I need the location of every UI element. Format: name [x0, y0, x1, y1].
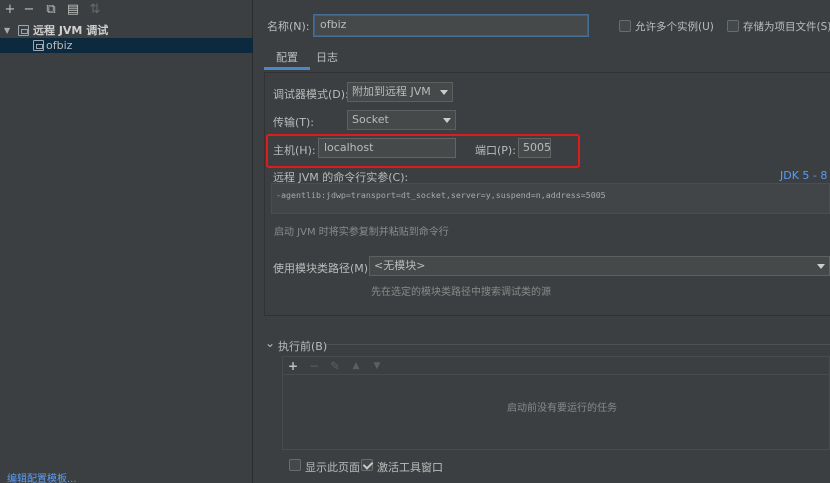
chevron-down-icon	[440, 90, 448, 95]
remote-debug-config-icon	[33, 40, 44, 51]
show-this-page-checkbox[interactable]	[289, 459, 301, 471]
tree-item-label: 远程 JVM 调试	[33, 24, 109, 37]
activate-tool-window-label: 激活工具窗口	[377, 461, 443, 474]
divider	[326, 344, 830, 345]
tab-logs[interactable]: 日志	[312, 50, 342, 70]
allow-multiple-instances-label: 允许多个实例(U)	[635, 21, 714, 33]
store-as-project-file-label: 存储为项目文件(S)	[743, 21, 830, 33]
edit-icon[interactable]: ✎	[328, 358, 342, 374]
move-to-folder-icon[interactable]: ▤	[65, 2, 81, 18]
name-label: 名称(N):	[267, 20, 310, 33]
tree-item-remote-jvm-debug[interactable]: ▼ 远程 JVM 调试	[0, 23, 253, 38]
host-port-highlight	[266, 134, 580, 168]
module-classpath-label: 使用模块类路径(M):	[273, 262, 372, 275]
tree-item-ofbiz[interactable]: ofbiz	[0, 38, 253, 53]
allow-multiple-instances-checkbox[interactable]	[619, 20, 631, 32]
remote-debug-config-icon	[18, 25, 29, 36]
copy-icon[interactable]: ⧉	[43, 2, 59, 18]
tab-configuration[interactable]: 配置	[264, 50, 310, 70]
add-icon[interactable]: +	[2, 2, 18, 18]
chevron-down-icon	[817, 264, 825, 269]
module-classpath-hint: 先在选定的模块类路径中搜索调试类的源	[371, 287, 551, 298]
tree-toolbar: + − ⧉ ▤ ⇅	[0, 0, 253, 20]
chevron-down-icon[interactable]: ▼	[4, 23, 10, 38]
remove-icon[interactable]: −	[307, 358, 321, 374]
transport-value: Socket	[352, 113, 389, 126]
jdk-version-link[interactable]: JDK 5 - 8 ▾	[780, 169, 830, 182]
sort-icon[interactable]: ⇅	[87, 2, 103, 18]
move-down-icon[interactable]: ▼	[370, 358, 384, 374]
activate-tool-window-checkbox[interactable]	[361, 459, 373, 471]
before-launch-toolbar: + − ✎ ▲ ▼	[283, 357, 829, 375]
edit-configuration-templates-link[interactable]: 编辑配置模板...	[7, 470, 77, 483]
module-classpath-select[interactable]: <无模块>	[369, 256, 830, 276]
remove-icon[interactable]: −	[21, 2, 37, 18]
tree-item-label: ofbiz	[46, 39, 73, 52]
module-classpath-value: <无模块>	[374, 259, 426, 272]
before-launch-title[interactable]: 执行前(B)	[278, 338, 327, 354]
show-this-page-label: 显示此页面	[305, 461, 360, 474]
command-line-args-field[interactable]: -agentlib:jdwp=transport=dt_socket,serve…	[271, 183, 830, 214]
config-tree-panel: + − ⧉ ▤ ⇅ ▼ 远程 JVM 调试 ofbiz 编辑配置模板...	[0, 0, 253, 483]
move-up-icon[interactable]: ▲	[349, 358, 363, 374]
transport-label: 传输(T):	[273, 116, 315, 129]
before-launch-empty-text: 启动前没有要运行的任务	[507, 403, 617, 414]
chevron-down-icon[interactable]: ⌄	[265, 336, 275, 350]
chevron-down-icon	[443, 118, 451, 123]
name-input[interactable]: ofbiz	[314, 15, 588, 36]
debugger-mode-select[interactable]: 附加到远程 JVM	[347, 82, 453, 102]
add-icon[interactable]: +	[286, 358, 300, 374]
command-line-hint: 启动 JVM 时将实参复制并粘贴到命令行	[274, 227, 449, 238]
debugger-mode-value: 附加到远程 JVM	[352, 85, 431, 98]
transport-select[interactable]: Socket	[347, 110, 456, 130]
store-as-project-file-checkbox[interactable]	[727, 20, 739, 32]
debugger-mode-label: 调试器模式(D):	[273, 88, 349, 101]
